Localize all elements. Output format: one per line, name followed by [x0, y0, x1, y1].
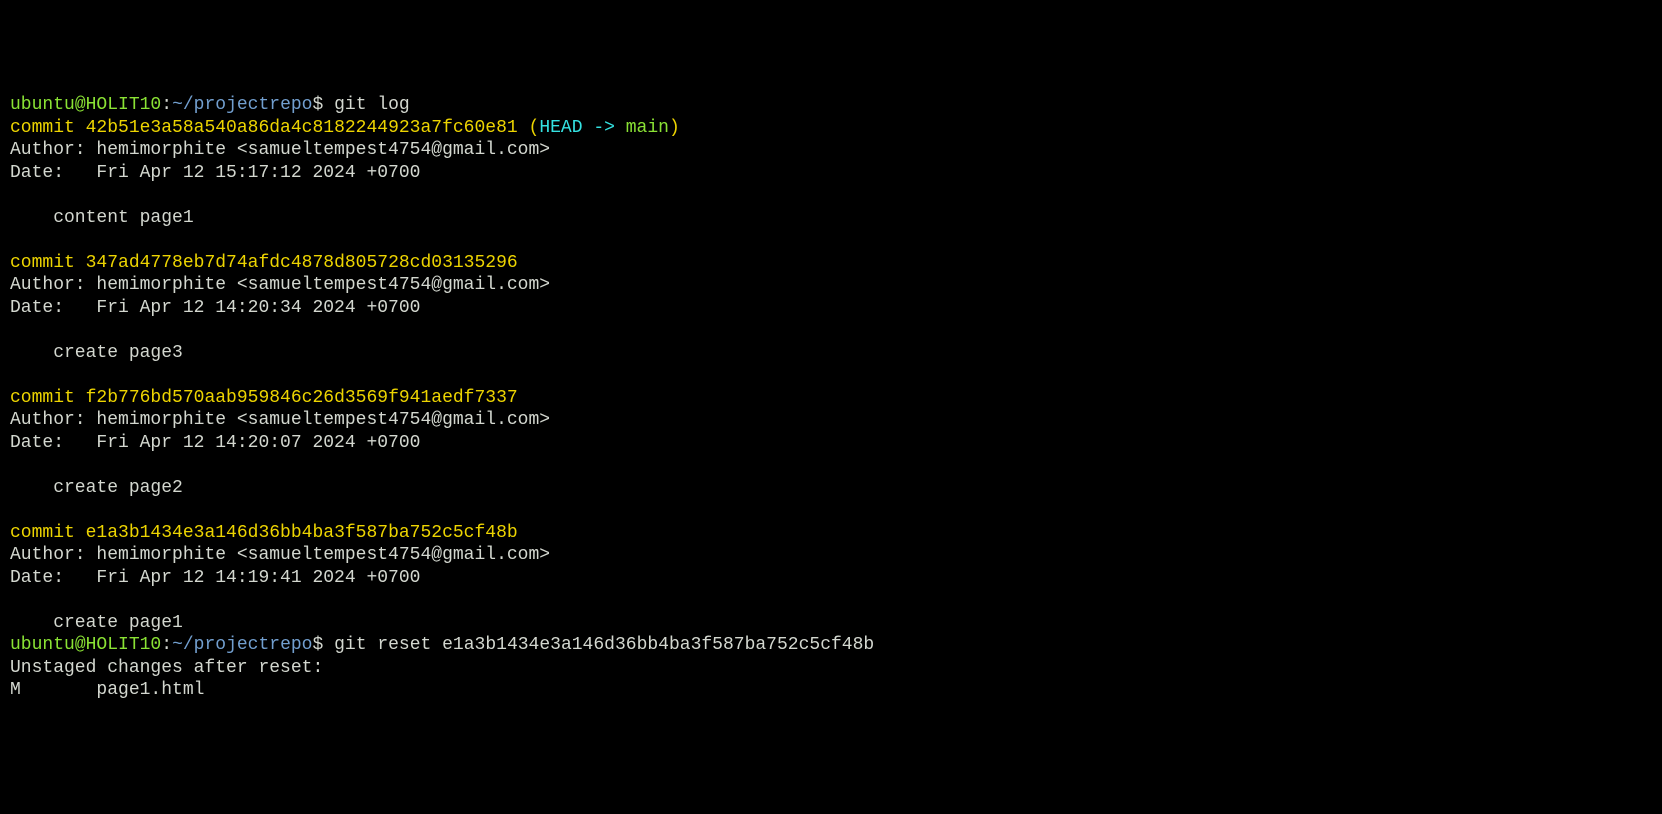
- commit-message-0: content page1: [10, 207, 1652, 230]
- date-line-1: Date: Fri Apr 12 14:20:34 2024 +0700: [10, 297, 1652, 320]
- commit-line-2: commit f2b776bd570aab959846c26d3569f941a…: [10, 387, 1652, 410]
- blank-line: [10, 184, 1652, 207]
- ref-open: (: [518, 118, 540, 138]
- commit-prefix: commit: [10, 118, 86, 138]
- prompt-user: ubuntu: [10, 95, 75, 115]
- prompt-line-2[interactable]: ubuntu@HOLIT10:~/projectrepo$ git reset …: [10, 634, 1652, 657]
- commit-prefix: commit: [10, 523, 86, 543]
- prompt-dollar: $: [313, 635, 324, 655]
- command-gitlog: git log: [323, 95, 409, 115]
- blank-line: [10, 229, 1652, 252]
- ref-branch: main: [626, 118, 669, 138]
- command-gitreset: git reset e1a3b1434e3a146d36bb4ba3f587ba…: [323, 635, 874, 655]
- author-line-0: Author: hemimorphite <samueltempest4754@…: [10, 139, 1652, 162]
- prompt-path: ~/projectrepo: [172, 95, 312, 115]
- prompt-dollar: $: [313, 95, 324, 115]
- author-line-2: Author: hemimorphite <samueltempest4754@…: [10, 409, 1652, 432]
- commit-line-1: commit 347ad4778eb7d74afdc4878d805728cd0…: [10, 252, 1652, 275]
- date-line-0: Date: Fri Apr 12 15:17:12 2024 +0700: [10, 162, 1652, 185]
- author-line-1: Author: hemimorphite <samueltempest4754@…: [10, 274, 1652, 297]
- prompt-host: HOLIT10: [86, 635, 162, 655]
- commit-message-1: create page3: [10, 342, 1652, 365]
- prompt-path: ~/projectrepo: [172, 635, 312, 655]
- prompt-line-1[interactable]: ubuntu@HOLIT10:~/projectrepo$ git log: [10, 94, 1652, 117]
- prompt-user: ubuntu: [10, 635, 75, 655]
- ref-close: ): [669, 118, 680, 138]
- terminal-output: ubuntu@HOLIT10:~/projectrepo$ git logcom…: [10, 94, 1652, 702]
- author-line-3: Author: hemimorphite <samueltempest4754@…: [10, 544, 1652, 567]
- prompt-colon: :: [161, 635, 172, 655]
- commit-line-3: commit e1a3b1434e3a146d36bb4ba3f587ba752…: [10, 522, 1652, 545]
- reset-modified: M page1.html: [10, 679, 1652, 702]
- prompt-at: @: [75, 635, 86, 655]
- commit-prefix: commit: [10, 253, 86, 273]
- ref-head: HEAD ->: [539, 118, 625, 138]
- prompt-colon: :: [161, 95, 172, 115]
- commit-hash: e1a3b1434e3a146d36bb4ba3f587ba752c5cf48b: [86, 523, 518, 543]
- commit-prefix: commit: [10, 388, 86, 408]
- blank-line: [10, 499, 1652, 522]
- reset-unstaged: Unstaged changes after reset:: [10, 657, 1652, 680]
- commit-hash: 347ad4778eb7d74afdc4878d805728cd03135296: [86, 253, 518, 273]
- commit-hash: 42b51e3a58a540a86da4c8182244923a7fc60e81: [86, 118, 518, 138]
- commit-line-0: commit 42b51e3a58a540a86da4c8182244923a7…: [10, 117, 1652, 140]
- date-line-3: Date: Fri Apr 12 14:19:41 2024 +0700: [10, 567, 1652, 590]
- prompt-at: @: [75, 95, 86, 115]
- commit-message-3: create page1: [10, 612, 1652, 635]
- blank-line: [10, 364, 1652, 387]
- blank-line: [10, 589, 1652, 612]
- date-line-2: Date: Fri Apr 12 14:20:07 2024 +0700: [10, 432, 1652, 455]
- blank-line: [10, 454, 1652, 477]
- prompt-host: HOLIT10: [86, 95, 162, 115]
- blank-line: [10, 319, 1652, 342]
- commit-message-2: create page2: [10, 477, 1652, 500]
- commit-hash: f2b776bd570aab959846c26d3569f941aedf7337: [86, 388, 518, 408]
